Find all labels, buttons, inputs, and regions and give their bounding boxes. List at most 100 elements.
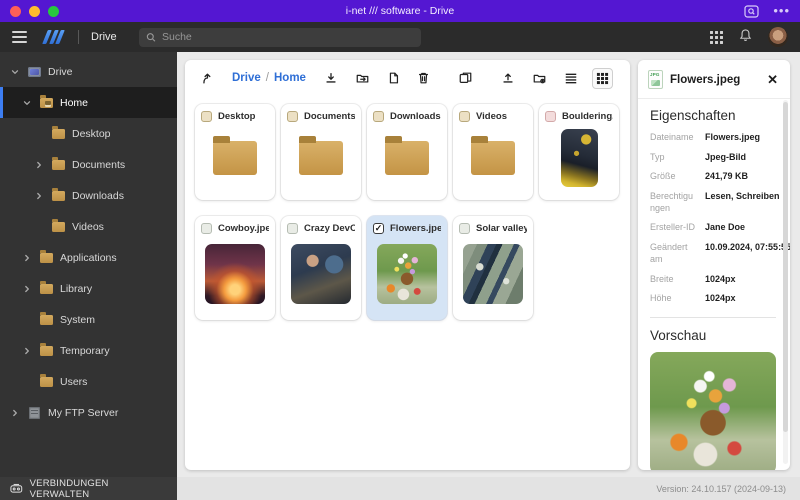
sidebar-item-applications[interactable]: Applications [0, 242, 177, 273]
breadcrumb-current-link[interactable]: Home [274, 72, 306, 84]
sidebar-item-label: Temporary [60, 345, 110, 357]
sidebar-item-home[interactable]: Home [0, 87, 177, 118]
jpeg-document-icon [648, 70, 663, 89]
copy-document-icon[interactable] [384, 68, 403, 88]
go-up-icon[interactable] [197, 68, 217, 88]
menu-hamburger-icon[interactable] [12, 31, 27, 43]
chevron-icon[interactable] [10, 68, 20, 76]
sidebar-item-temporary[interactable]: Temporary [0, 335, 177, 366]
file-card-documents[interactable]: Documents [281, 104, 361, 200]
preview-heading: Vorschau [650, 328, 776, 343]
connections-icon [10, 483, 23, 494]
grid-view-icon[interactable] [592, 68, 613, 89]
file-card-videos[interactable]: Videos [453, 104, 533, 200]
titlebar-more-icon[interactable]: ••• [773, 6, 790, 16]
folder-icon [39, 253, 53, 263]
file-card-crazy-devo[interactable]: Crazy DevO... [281, 216, 361, 320]
file-checkbox[interactable] [545, 111, 556, 122]
list-view-icon[interactable] [561, 69, 581, 88]
property-value: 1024px [705, 274, 776, 286]
chevron-icon[interactable] [34, 192, 44, 200]
chevron-icon[interactable] [22, 99, 32, 107]
zoom-window-button[interactable] [48, 6, 59, 17]
file-card-cowboy-jpeg[interactable]: Cowboy.jpeg [195, 216, 275, 320]
sidebar-item-library[interactable]: Library [0, 273, 177, 304]
home-folder-icon [39, 98, 53, 108]
new-folder-icon[interactable] [529, 68, 550, 88]
user-avatar[interactable] [768, 27, 788, 47]
close-window-button[interactable] [10, 6, 21, 17]
minimize-window-button[interactable] [29, 6, 40, 17]
file-checkbox[interactable] [459, 223, 470, 234]
image-thumbnail [561, 129, 598, 187]
file-checkbox[interactable]: ✓ [373, 223, 384, 234]
file-browser: Drive / Home [185, 60, 630, 470]
file-card-desktop[interactable]: Desktop [195, 104, 275, 200]
property-row: Höhe 1024px [650, 293, 776, 305]
close-details-icon[interactable]: ✕ [765, 72, 780, 87]
property-label: Dateiname [650, 132, 698, 144]
folder-icon [51, 129, 65, 139]
sidebar-item-drive[interactable]: Drive [0, 56, 177, 87]
search-input[interactable] [162, 31, 414, 43]
file-checkbox[interactable] [201, 223, 212, 234]
property-row: Größe 241,79 KB [650, 171, 776, 183]
sidebar-item-videos[interactable]: Videos [0, 211, 177, 242]
sidebar-item-desktop[interactable]: Desktop [0, 118, 177, 149]
divider [78, 30, 79, 44]
chevron-icon[interactable] [22, 254, 32, 262]
move-to-folder-icon[interactable] [352, 68, 373, 88]
folder-icon [51, 160, 65, 170]
manage-connections-button[interactable]: VERBINDUNGEN VERWALTEN [0, 477, 177, 500]
file-checkbox[interactable] [287, 111, 298, 122]
chevron-icon[interactable] [22, 285, 32, 293]
file-checkbox[interactable] [459, 111, 470, 122]
properties-list: Dateiname Flowers.jpeg Typ Jpeg-Bild Grö… [650, 132, 776, 305]
sidebar-item-downloads[interactable]: Downloads [0, 180, 177, 211]
window-controls [10, 6, 59, 17]
property-row: Dateiname Flowers.jpeg [650, 132, 776, 144]
manage-connections-label: VERBINDUNGEN VERWALTEN [30, 478, 167, 500]
sidebar-item-users[interactable]: Users [0, 366, 177, 397]
property-label: Höhe [650, 293, 698, 305]
download-icon[interactable] [321, 68, 341, 88]
file-card-flowers-jpeg[interactable]: ✓ Flowers.jpeg [367, 216, 447, 320]
file-thumbnail-area [373, 122, 441, 194]
sidebar-tree: Drive Home Desktop Documents Downloads V… [0, 52, 177, 477]
folder-icon [299, 141, 343, 175]
property-label: Berechtigungen [650, 191, 698, 214]
file-card-downloads[interactable]: Downloads [367, 104, 447, 200]
chevron-icon[interactable] [22, 347, 32, 355]
panel-scrollbar-thumb[interactable] [783, 102, 788, 432]
file-thumbnail-area [373, 234, 441, 314]
divider [650, 317, 776, 318]
property-value: Jpeg-Bild [705, 152, 776, 164]
delete-trash-icon[interactable] [414, 68, 433, 88]
titlebar-search-icon[interactable] [744, 5, 759, 18]
sidebar-item-documents[interactable]: Documents [0, 149, 177, 180]
file-thumbnail-area [201, 122, 269, 194]
inet-logo [45, 30, 62, 44]
breadcrumb-separator: / [266, 72, 269, 84]
file-name-label: Videos [476, 111, 507, 122]
app-grid-icon[interactable] [710, 31, 723, 44]
notifications-bell-icon[interactable] [739, 28, 752, 47]
image-thumbnail [377, 244, 437, 304]
sidebar-item-label: System [60, 314, 95, 326]
file-card-bouldering[interactable]: Bouldering.... [539, 104, 619, 200]
sidebar-item-my-ftp-server[interactable]: My FTP Server [0, 397, 177, 428]
upload-icon[interactable] [498, 68, 518, 88]
sidebar-item-system[interactable]: System [0, 304, 177, 335]
file-checkbox[interactable] [373, 111, 384, 122]
file-checkbox[interactable] [287, 223, 298, 234]
duplicate-folder-icon[interactable] [455, 68, 476, 88]
property-label: Ersteller-ID [650, 222, 698, 234]
window-title: i-net /// software - Drive [0, 5, 800, 17]
search-box[interactable] [139, 28, 421, 47]
chevron-icon[interactable] [34, 161, 44, 169]
browser-toolbar: Drive / Home [185, 60, 630, 96]
file-checkbox[interactable] [201, 111, 212, 122]
chevron-icon[interactable] [10, 409, 20, 417]
file-card-solar-valley[interactable]: Solar valley.... [453, 216, 533, 320]
breadcrumb-root-link[interactable]: Drive [232, 72, 261, 84]
